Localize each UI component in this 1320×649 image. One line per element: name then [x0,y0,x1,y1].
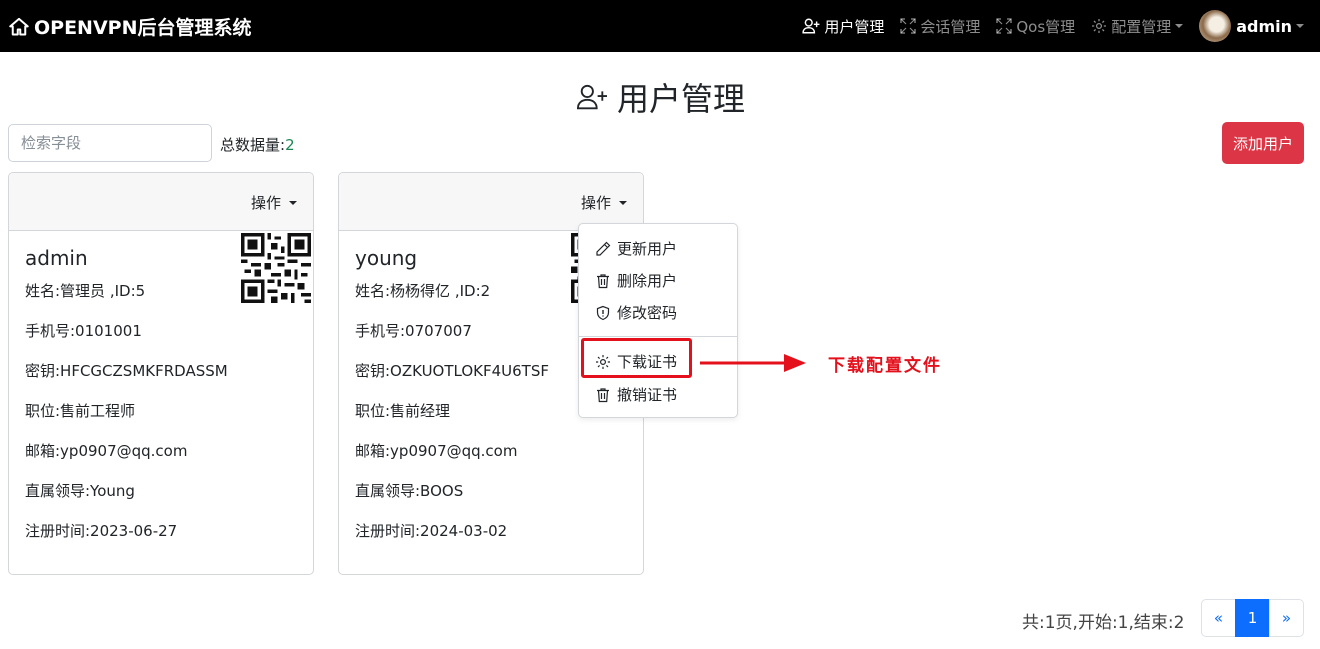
nav-menu: 用户管理 会话管理 Qos管理 配置管理 admin [802,0,1320,52]
pencil-icon [596,241,611,256]
user-card: 操作 admin 姓名:管理员 ,ID:5 手机号:0101001 密钥:HFC… [8,172,314,575]
pagination-info: 共:1页,开始:1,结束:2 [1022,613,1185,633]
add-user-button[interactable]: 添加用户 [1222,122,1304,164]
caret-down-icon [1175,24,1184,28]
user-leader-field: 直属领导:BOOS [355,482,464,500]
menu-item-revoke-cert[interactable]: 撤销证书 [595,384,677,405]
nav-item-users[interactable]: 用户管理 [802,16,884,37]
total-value: 2 [285,136,295,154]
user-secret-field: 密钥:HFCGCZSMKFRDASSM [25,362,228,380]
annotation-text: 下载配置文件 [828,356,942,376]
caret-down-icon [619,200,627,205]
qr-code-icon [241,233,311,303]
operations-dropdown[interactable]: 操作 [251,192,297,213]
nav-item-label: 会话管理 [920,17,981,36]
card-header: 操作 [9,173,313,231]
operations-dropdown[interactable]: 操作 [581,192,627,213]
page-title-text: 用户管理 [616,80,745,118]
nav-item-config[interactable]: 配置管理 [1091,16,1184,37]
brand-title: OPENVPN后台管理系统 [34,17,252,39]
caret-down-icon [289,200,297,205]
fullscreen-icon [900,18,917,34]
user-phone-field: 手机号:0101001 [25,322,142,340]
annotation-highlight-box [581,338,692,378]
user-leader-field: 直属领导:Young [25,482,135,500]
house-icon [9,17,29,35]
pagination-prev[interactable]: « [1201,599,1236,637]
nav-item-qos[interactable]: Qos管理 [996,16,1075,37]
operations-label: 操作 [250,194,281,212]
user-position-field: 职位:售前工程师 [25,402,136,420]
person-plus-icon [802,18,820,34]
menu-item-delete-user[interactable]: 删除用户 [595,270,677,291]
caret-down-icon [1296,24,1304,28]
pagination-next[interactable]: » [1269,599,1304,637]
nav-item-label: Qos管理 [1016,17,1076,36]
user-email-field: 邮箱:yp0907@qq.com [25,442,188,460]
menu-divider [579,336,737,337]
person-plus-icon [576,84,607,110]
avatar [1199,10,1232,42]
gear-icon [1092,19,1107,33]
card-body: admin 姓名:管理员 ,ID:5 手机号:0101001 密钥:HFCGCZ… [9,231,313,562]
shield-icon [596,305,610,320]
menu-item-change-password[interactable]: 修改密码 [595,302,677,323]
total-count: 总数据量:2 [220,134,295,155]
user-name: admin [1236,16,1292,36]
menu-item-label: 更新用户 [617,240,678,258]
user-registered-field: 注册时间:2024-03-02 [355,522,508,540]
nav-item-sessions[interactable]: 会话管理 [900,16,980,37]
menu-item-label: 撤销证书 [617,386,678,404]
navbar: OPENVPN后台管理系统 用户管理 会话管理 Qos管理 配置管理 admin [0,0,1320,52]
arrow-right-icon [700,354,806,372]
user-registered-field: 注册时间:2023-06-27 [25,522,178,540]
menu-item-label: 删除用户 [617,272,678,290]
operations-menu: 更新用户 删除用户 修改密码 下载证书 撤销证书 [578,223,738,418]
user-email-field: 邮箱:yp0907@qq.com [355,442,518,460]
pagination-page-1[interactable]: 1 [1235,599,1270,637]
user-menu[interactable]: admin [1199,10,1304,42]
pagination: « 1 » [1201,599,1304,637]
trash-icon [597,387,609,402]
total-label: 总数据量: [220,136,286,154]
brand[interactable]: OPENVPN后台管理系统 [9,13,252,40]
nav-item-label: 配置管理 [1111,17,1172,36]
page-title: 用户管理 [0,74,1320,120]
search-input[interactable] [8,124,212,162]
nav-item-label: 用户管理 [824,17,885,36]
fullscreen-icon [996,18,1013,34]
menu-item-label: 修改密码 [617,304,678,322]
menu-item-update-user[interactable]: 更新用户 [595,238,677,259]
operations-label: 操作 [580,194,611,212]
trash-icon [597,273,609,288]
